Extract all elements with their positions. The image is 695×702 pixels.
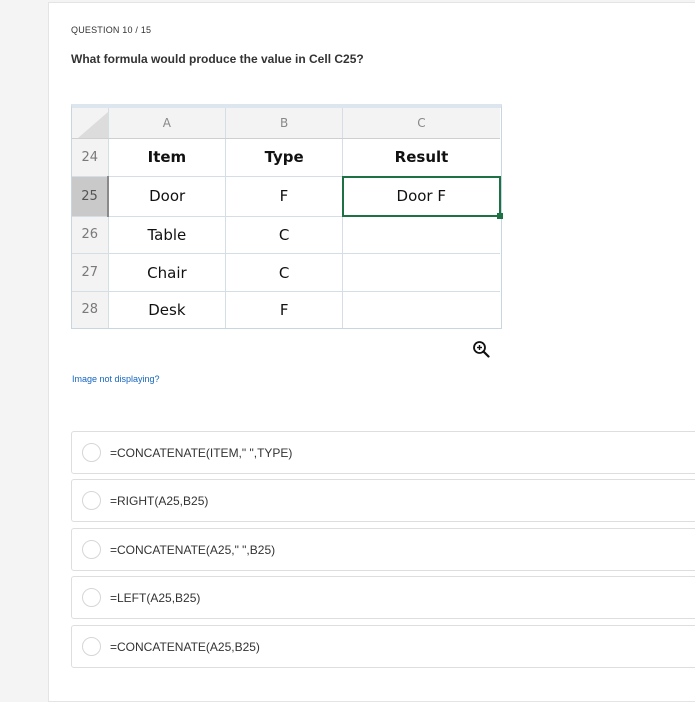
answer-option-label: =RIGHT(A25,B25) [110, 494, 209, 508]
answer-option-label: =CONCATENATE(ITEM," ",TYPE) [110, 446, 293, 460]
answer-option[interactable]: =CONCATENATE(A25,B25) [71, 625, 695, 668]
zoom-in-icon[interactable] [472, 340, 490, 358]
cell: C [225, 216, 343, 255]
table-row: 28 Desk F [72, 291, 500, 328]
answer-option-label: =LEFT(A25,B25) [110, 591, 201, 605]
row-number: 24 [72, 138, 109, 178]
cell: Item [108, 138, 227, 178]
cell [343, 291, 501, 328]
table-row: 24 Item Type Result [72, 138, 500, 178]
radio-button[interactable] [82, 491, 101, 510]
select-all-corner [72, 108, 109, 139]
table-row: 26 Table C [72, 216, 500, 255]
answer-option-label: =CONCATENATE(A25," ",B25) [110, 543, 276, 557]
cell: Door [108, 176, 227, 217]
cell: Result [342, 138, 500, 178]
radio-button[interactable] [82, 588, 101, 607]
answer-option[interactable]: =LEFT(A25,B25) [71, 576, 695, 619]
image-not-displaying-link[interactable]: Image not displaying? [72, 374, 160, 384]
row-number: 27 [72, 253, 109, 292]
cell: Desk [108, 291, 227, 328]
table-row: 27 Chair C [72, 253, 500, 292]
cell: C [225, 253, 343, 292]
answer-option[interactable]: =RIGHT(A25,B25) [71, 479, 695, 522]
table-row: 25 Door F Door F [72, 175, 504, 220]
row-number: 26 [72, 216, 109, 255]
answer-option[interactable]: =CONCATENATE(A25," ",B25) [71, 528, 695, 571]
row-number: 28 [72, 291, 109, 328]
column-header: B [225, 108, 343, 139]
row-number: 25 [72, 176, 109, 217]
radio-button[interactable] [82, 443, 101, 462]
active-cell: Door F [341, 175, 504, 220]
question-text: What formula would produce the value in … [71, 52, 364, 66]
answer-option-label: =CONCATENATE(A25,B25) [110, 640, 260, 654]
radio-button[interactable] [82, 637, 101, 656]
cell [342, 216, 500, 255]
cell [342, 253, 500, 292]
cell: F [225, 291, 343, 328]
column-header-row: A B C [72, 108, 500, 139]
spreadsheet-image: A B C 24 Item Type Result 25 Door F Door… [71, 104, 504, 329]
radio-button[interactable] [82, 540, 101, 559]
cell: F [225, 176, 343, 217]
cell: Table [108, 216, 227, 255]
answer-option[interactable]: =CONCATENATE(ITEM," ",TYPE) [71, 431, 695, 474]
column-header: A [108, 108, 227, 139]
cell: Chair [108, 253, 227, 292]
question-counter: QUESTION 10 / 15 [71, 25, 152, 35]
cell: Type [225, 138, 343, 178]
column-header: C [342, 108, 500, 139]
